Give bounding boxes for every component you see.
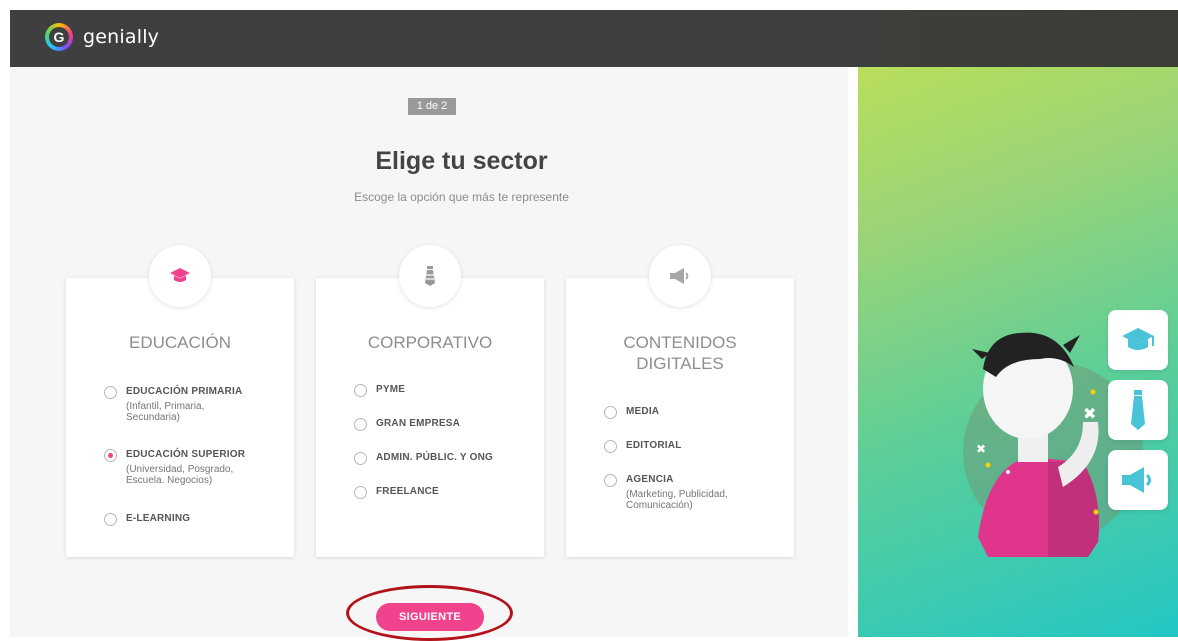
logo-icon: G: [45, 23, 73, 51]
option-label: E-LEARNING: [126, 513, 191, 524]
graduation-cap-icon: [149, 245, 211, 307]
sector-title: EDUCACIÓN: [128, 333, 231, 352]
radio-button[interactable]: [354, 452, 367, 465]
top-bar: G genially: [10, 10, 1178, 67]
option-label: EDUCACIÓN PRIMARIA: [126, 386, 243, 397]
radio-button[interactable]: [104, 386, 117, 399]
option-label: AGENCIA: [626, 474, 674, 485]
megaphone-icon: [649, 245, 711, 307]
option-label: MEDIA: [626, 406, 660, 417]
option-label: ADMIN. PÚBLIC. Y ONG: [376, 452, 493, 463]
tie-badge-icon: [1108, 380, 1168, 440]
sector-card-corporativo: CORPORATIVO PYME GRAN EMPRESA ADMIN. PÚB…: [316, 278, 544, 557]
radio-button[interactable]: [604, 406, 617, 419]
step-indicator: 1 de 2: [408, 98, 456, 115]
radio-button[interactable]: [604, 440, 617, 453]
page-title: Elige tu sector: [375, 147, 548, 175]
svg-text:✖: ✖: [1083, 404, 1096, 423]
app-name: genially: [83, 26, 160, 48]
sector-card-educacion: EDUCACIÓN EDUCACIÓN PRIMARIA (Infantil, …: [66, 278, 294, 557]
radio-button[interactable]: [354, 418, 367, 431]
option-label: FREELANCE: [376, 486, 439, 497]
option-detail: (Universidad, Posgrado, Escuela. Negocio…: [126, 464, 234, 486]
option-label: EDITORIAL: [626, 440, 682, 451]
option-label: EDUCACIÓN SUPERIOR: [126, 449, 246, 460]
option-label: PYME: [376, 384, 406, 395]
sector-title: CONTENIDOS DIGITALES: [623, 333, 737, 373]
sector-card-contenidos-digitales: CONTENIDOS DIGITALES MEDIA EDITORIAL AGE…: [566, 278, 794, 557]
sector-panel: 1 de 2 Elige tu sector Escoge la opción …: [10, 67, 848, 637]
radio-button[interactable]: [104, 513, 117, 526]
option-detail: (Infantil, Primaria, Secundaria): [126, 401, 205, 423]
page-subtitle: Escoge la opción que más te represente: [354, 190, 569, 204]
radio-button[interactable]: [354, 384, 367, 397]
top-bar-shade: [858, 10, 1178, 67]
illustration-panel: ✖ ✖: [858, 67, 1178, 637]
option-label: GRAN EMPRESA: [376, 418, 461, 429]
svg-text:✖: ✖: [976, 442, 986, 456]
sector-title: CORPORATIVO: [367, 333, 493, 352]
genially-logo[interactable]: G genially: [45, 23, 159, 51]
option-detail: (Marketing, Publicidad, Comunicación): [626, 489, 728, 511]
onboarding-screen: G genially 1 de 2 Elige tu sector Escoge…: [0, 0, 1178, 641]
megaphone-badge-icon: [1108, 450, 1168, 510]
radio-button[interactable]: [604, 474, 617, 487]
graduation-cap-badge-icon: [1108, 310, 1168, 370]
tie-icon: [399, 245, 461, 307]
radio-button[interactable]: [354, 486, 367, 499]
next-button[interactable]: SIGUIENTE: [376, 603, 484, 631]
radio-button-selected[interactable]: [104, 449, 117, 462]
